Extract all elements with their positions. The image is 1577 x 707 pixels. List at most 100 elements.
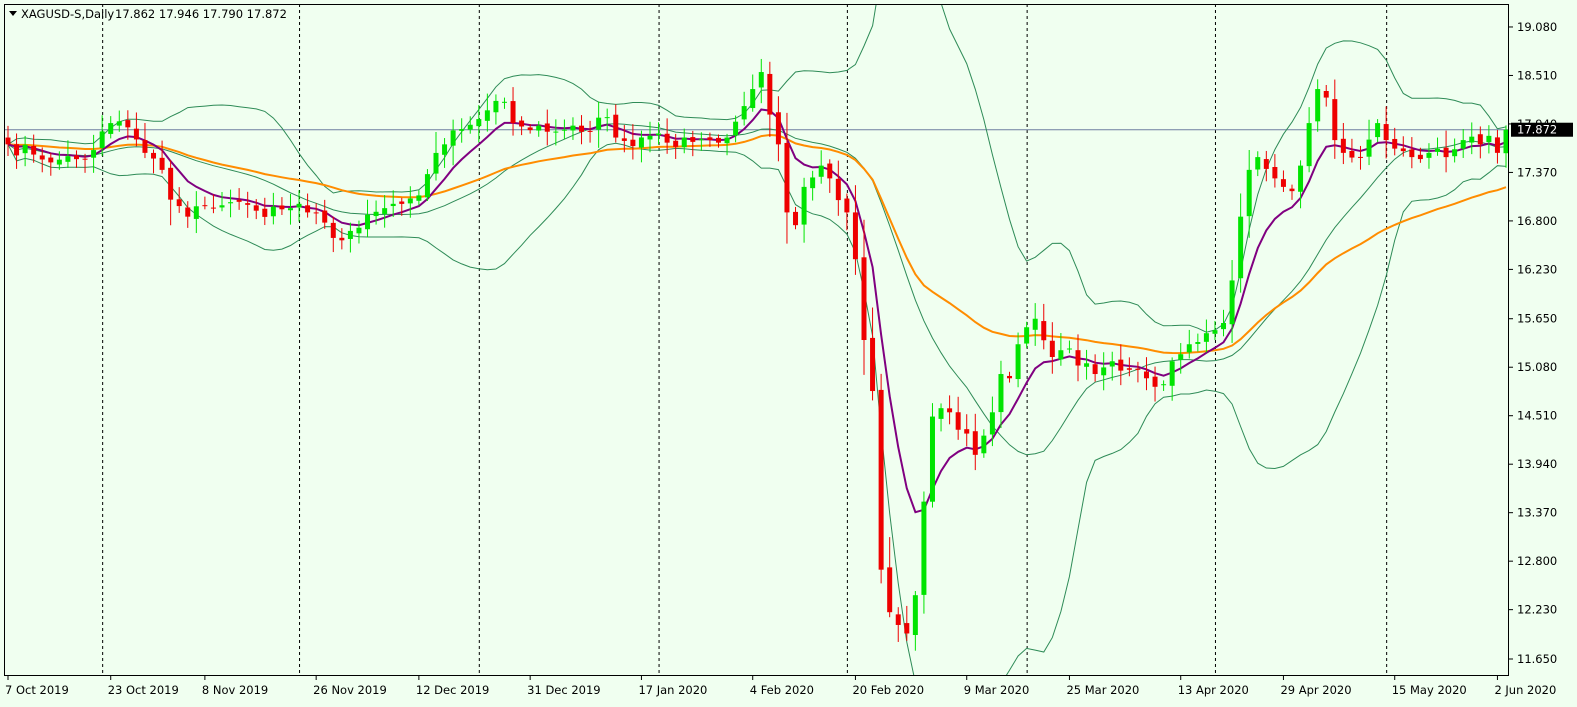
candle-body [810, 177, 816, 189]
candle-body [1494, 137, 1500, 153]
candle-body [1375, 123, 1381, 138]
ohlc-values: 17.862 17.946 17.790 17.872 [115, 7, 287, 21]
candle-body [621, 138, 627, 141]
candle-body [270, 206, 276, 217]
candle-body [1469, 136, 1475, 143]
price-chart[interactable]: 19.08018.51017.94017.37016.80016.23015.6… [0, 0, 1577, 707]
candle-body [604, 117, 610, 119]
x-tick-label: 17 Jan 2020 [638, 683, 707, 697]
x-tick-label: 15 May 2020 [1392, 683, 1467, 697]
candle-body [912, 595, 918, 636]
candle-body [1340, 138, 1346, 153]
candle-body [399, 201, 405, 204]
y-tick-label: 15.080 [1517, 360, 1557, 374]
y-tick-label: 13.370 [1517, 506, 1557, 520]
candle-body [801, 186, 807, 225]
candle-body [587, 130, 593, 132]
candle-body [861, 257, 867, 340]
x-tick-label: 4 Feb 2020 [750, 683, 814, 697]
candle-body [1263, 159, 1269, 169]
x-tick-label: 13 Apr 2020 [1178, 683, 1249, 697]
candle-body [1392, 138, 1398, 149]
x-tick-label: 12 Dec 2019 [416, 683, 489, 697]
candle-body [65, 156, 71, 162]
candle-body [14, 144, 20, 156]
symbol-label: XAGUSD-S,Daily [21, 7, 114, 21]
y-tick-label: 17.370 [1517, 165, 1557, 179]
candle-body [715, 137, 721, 143]
candle-body [202, 205, 208, 207]
candle-body [322, 210, 328, 223]
candle-body [228, 202, 234, 204]
candle-body [1349, 150, 1355, 158]
candle-body [981, 435, 987, 454]
candle[interactable] [929, 403, 935, 508]
candle-body [91, 150, 97, 158]
x-tick-label: 26 Nov 2019 [313, 683, 387, 697]
candle[interactable] [878, 373, 884, 584]
candle-body [553, 131, 559, 133]
x-tick-label: 7 Oct 2019 [5, 683, 69, 697]
candle-body [356, 227, 362, 234]
candle-body [1306, 123, 1312, 167]
y-tick-label: 14.510 [1517, 409, 1557, 423]
chart-window[interactable]: 19.08018.51017.94017.37016.80016.23015.6… [0, 0, 1577, 707]
candle-body [168, 167, 174, 200]
candle-body [656, 133, 662, 136]
candle-body [724, 137, 730, 144]
candle-body [1058, 350, 1064, 360]
candle-body [1118, 359, 1124, 371]
y-tick-label: 16.800 [1517, 214, 1557, 228]
candle-body [638, 137, 644, 148]
candle-body [1366, 139, 1372, 157]
candle-body [1049, 340, 1055, 358]
candle-body [870, 337, 876, 392]
candle-body [921, 501, 927, 595]
candle-body [253, 205, 259, 211]
candle-body [407, 198, 413, 204]
x-tick-label: 31 Dec 2019 [527, 683, 600, 697]
candle-body [1272, 166, 1278, 179]
candle-body [698, 139, 704, 141]
candle-body [878, 389, 884, 570]
y-tick-label: 13.940 [1517, 457, 1557, 471]
y-tick-label: 16.230 [1517, 262, 1557, 276]
x-tick-label: 23 Oct 2019 [108, 683, 179, 697]
candle-body [236, 199, 242, 202]
y-tick-label: 12.230 [1517, 603, 1557, 617]
candle-body [647, 135, 653, 140]
x-tick-label: 9 Mar 2020 [964, 683, 1030, 697]
candle-body [536, 125, 542, 131]
candle-body [108, 123, 114, 134]
candle-body [1323, 90, 1329, 98]
candle-body [116, 121, 122, 126]
candle-body [99, 131, 105, 149]
candle-body [133, 128, 139, 140]
candle-body [1007, 375, 1013, 379]
candle-body [1246, 169, 1252, 217]
candle-body [476, 119, 482, 127]
x-tick-label: 25 Mar 2020 [1066, 683, 1139, 697]
candle-body [1084, 363, 1090, 367]
candle-body [151, 152, 157, 159]
candle-body [305, 205, 311, 213]
candle-body [1143, 371, 1149, 379]
candle-body [835, 178, 841, 201]
y-tick-label: 18.510 [1517, 68, 1557, 82]
candle-body [519, 120, 525, 127]
candle-body [895, 614, 901, 625]
y-tick-label: 19.080 [1517, 20, 1557, 34]
candle-body [784, 142, 790, 213]
candle-body [1435, 148, 1441, 152]
candle-body [142, 140, 148, 153]
candle-body [339, 237, 345, 241]
candle-body [673, 140, 679, 147]
candle-body [48, 157, 54, 163]
candle-body [998, 374, 1004, 413]
candle-body [313, 212, 319, 214]
candle-body [1229, 280, 1235, 325]
candle-body [579, 125, 585, 132]
candle-body [510, 101, 516, 124]
candle-body [989, 412, 995, 435]
candle-body [219, 205, 225, 208]
